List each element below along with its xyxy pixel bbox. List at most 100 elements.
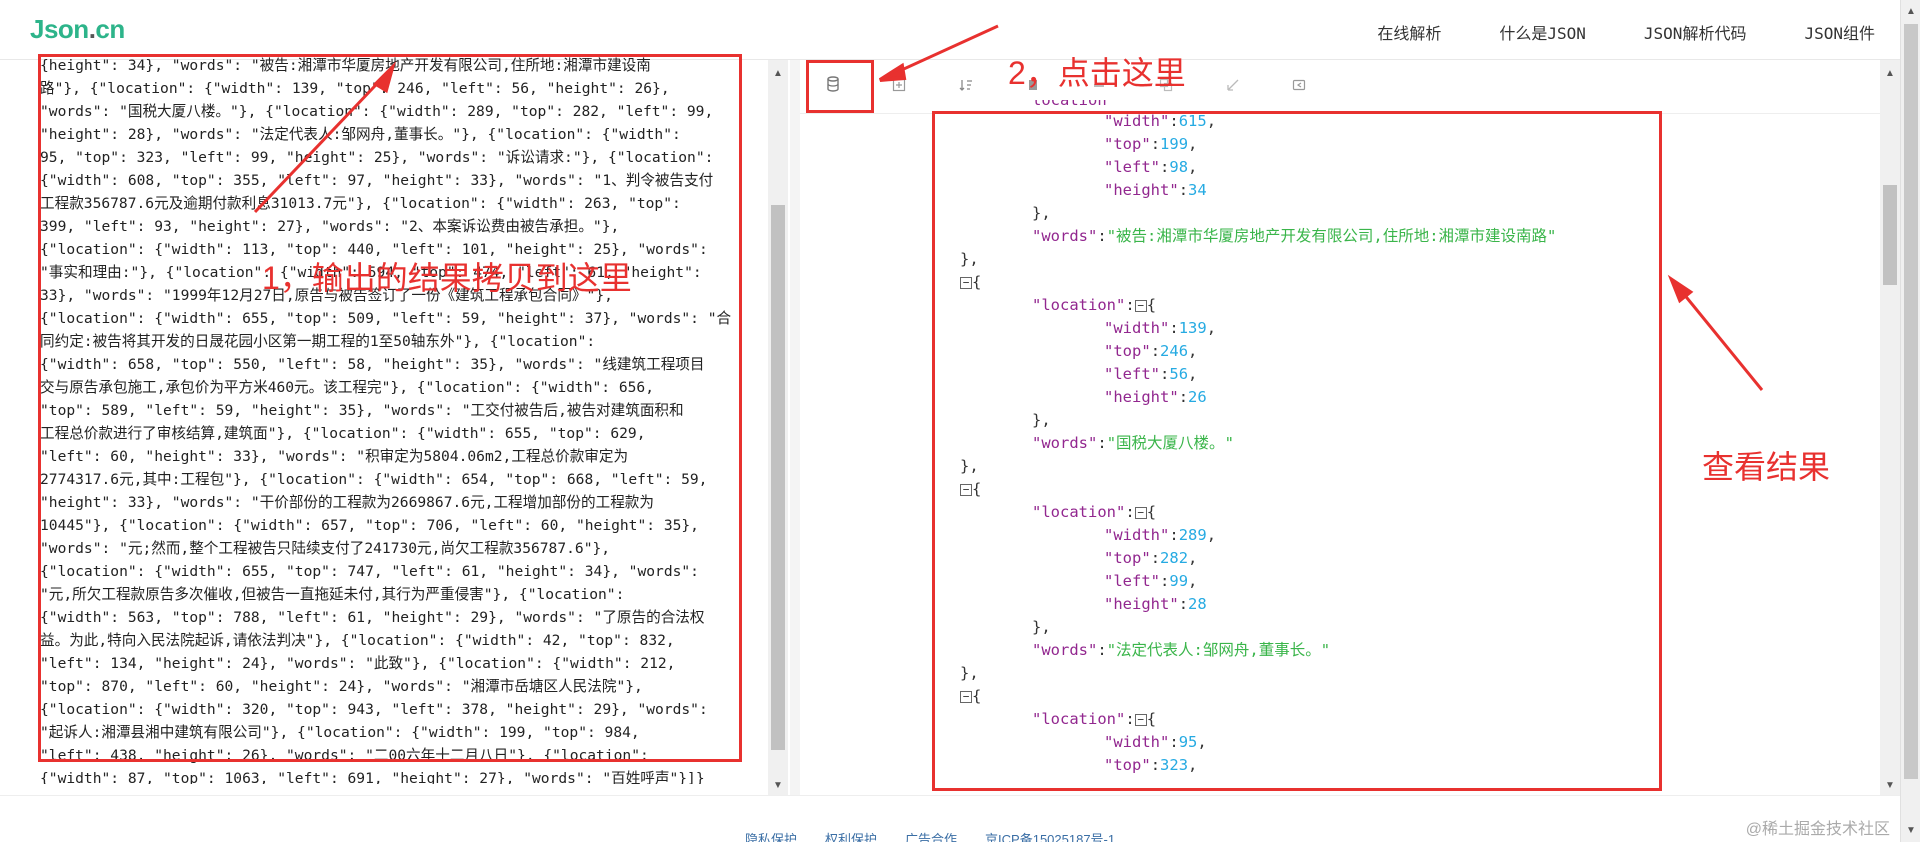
nav-item-json-components[interactable]: JSON组件 xyxy=(1804,20,1875,44)
json-token: : xyxy=(1125,710,1135,728)
json-line: }, xyxy=(960,248,1680,271)
json-number: 26 xyxy=(1188,388,1207,406)
input-line: "top": 870, "left": 60, "height": 24}, "… xyxy=(40,678,643,695)
share-icon[interactable] xyxy=(1288,76,1310,98)
input-line: {height": 34}, "words": "被告:湘潭市华厦房地产开发有限… xyxy=(40,57,651,74)
sort-icon[interactable] xyxy=(955,76,977,98)
footer-link-ads[interactable]: 广告合作 xyxy=(905,829,957,842)
footer-link-rights[interactable]: 权利保护 xyxy=(825,829,877,842)
json-line: "left":98, xyxy=(960,156,1680,179)
input-line: 95, "top": 323, "left": 99, "height": 25… xyxy=(40,149,714,166)
json-token: " xyxy=(1160,112,1170,130)
json-line: }, xyxy=(960,202,1680,225)
json-line: }, xyxy=(960,455,1680,478)
viewer-scroll-thumb[interactable] xyxy=(1883,185,1897,285)
json-token: " xyxy=(1106,434,1117,452)
compress-icon[interactable] xyxy=(888,76,910,98)
json-line: "words":"被告:湘潭市华厦房地产开发有限公司,住所地:湘潭市建设南路" xyxy=(960,225,1680,248)
scroll-down-arrow-icon[interactable]: ▼ xyxy=(773,780,783,791)
json-input-editor[interactable]: {height": 34}, "words": "被告:湘潭市华厦房地产开发有限… xyxy=(0,57,790,795)
json-string: 法定代表人:邹网舟,董事长。 xyxy=(1116,641,1321,659)
json-token: " xyxy=(1032,641,1042,659)
json-token: , xyxy=(1188,549,1198,567)
json-line: −{ xyxy=(960,685,1680,708)
input-line: 工程总价款进行了审核结算,建筑面"}, {"location": {"width… xyxy=(40,425,646,442)
json-token: , xyxy=(1188,342,1198,360)
json-token: , xyxy=(1197,733,1207,751)
json-line: "left":99, xyxy=(960,570,1680,593)
json-token: " xyxy=(1116,710,1126,728)
site-footer: 隐私保护 权利保护 广告合作 京ICP备15025187号-1 xyxy=(0,795,1900,842)
json-token: : xyxy=(1097,227,1107,245)
footer-link-icp[interactable]: 京ICP备15025187号-1 xyxy=(985,829,1115,842)
json-token: " xyxy=(1169,595,1179,613)
json-token: " xyxy=(1104,112,1114,130)
input-line: "words": "国税大厦八楼。"}, {"location": {"widt… xyxy=(40,103,714,120)
json-tree-view[interactable]: location "width":615, "top":199, "left":98,… xyxy=(960,100,1680,790)
json-token: " xyxy=(1224,434,1234,452)
json-token: " xyxy=(1032,503,1042,521)
json-key: location xyxy=(1032,100,1107,109)
json-key: width xyxy=(1113,526,1161,544)
json-token: " xyxy=(1141,549,1151,567)
json-token: , xyxy=(1188,756,1198,774)
site-logo[interactable]: Json.cn xyxy=(30,14,125,45)
scroll-down-arrow-icon[interactable]: ▼ xyxy=(1885,780,1895,791)
page-scrollbar[interactable]: ▲ ▼ xyxy=(1900,0,1920,842)
input-line: {"location": {"width": 655, "top": 509, … xyxy=(40,310,732,327)
input-scroll-thumb[interactable] xyxy=(771,205,785,750)
json-key: left xyxy=(1113,365,1151,383)
nav-item-online-parse[interactable]: 在线解析 xyxy=(1377,20,1441,44)
json-key: left xyxy=(1113,572,1151,590)
collapse-toggle-icon[interactable]: − xyxy=(960,691,972,703)
copy-icon[interactable] xyxy=(1022,76,1044,98)
page-scroll-down-icon[interactable]: ▼ xyxy=(1906,825,1916,836)
json-number: 199 xyxy=(1160,135,1189,153)
page-scroll-up-icon[interactable]: ▲ xyxy=(1906,6,1916,17)
pane-splitter[interactable] xyxy=(790,60,800,795)
json-token: }, xyxy=(1032,411,1051,429)
logo-main: Json xyxy=(30,14,89,44)
collapse-toggle-icon[interactable]: − xyxy=(1134,300,1147,312)
format-icon[interactable] xyxy=(822,76,844,98)
json-token: : xyxy=(1160,572,1170,590)
json-token: " xyxy=(1032,434,1042,452)
input-line: "height": 28}, "words": "法定代表人:邹网舟,董事长。"… xyxy=(40,126,681,143)
json-token: " xyxy=(1547,227,1557,245)
json-token: " xyxy=(1150,365,1161,383)
json-line: }, xyxy=(960,662,1680,685)
collapse-toggle-icon[interactable]: − xyxy=(1134,507,1147,519)
input-scrollbar[interactable]: ▲ ▼ xyxy=(768,60,788,795)
json-token: { xyxy=(1146,710,1157,728)
json-input-text[interactable]: {height": 34}, "words": "被告:湘潭市华厦房地产开发有限… xyxy=(40,54,752,784)
nav-item-what-is-json[interactable]: 什么是JSON xyxy=(1499,20,1586,44)
input-line: {"location": {"width": 113, "top": 440, … xyxy=(40,241,708,258)
json-line: −{ xyxy=(960,478,1680,501)
json-string: 被告:湘潭市华厦房地产开发有限公司,住所地:湘潭市建设南路 xyxy=(1116,227,1548,245)
collapse-toggle-icon[interactable]: − xyxy=(960,277,972,289)
input-line: "left": 438, "height": 26}, "words": "二0… xyxy=(40,747,649,764)
scroll-up-arrow-icon[interactable]: ▲ xyxy=(773,68,783,79)
scroll-up-arrow-icon[interactable]: ▲ xyxy=(1885,68,1895,79)
json-key: top xyxy=(1113,342,1142,360)
page-scroll-thumb[interactable] xyxy=(1904,24,1918,779)
expand-icon[interactable] xyxy=(1155,76,1177,98)
json-token: }, xyxy=(960,250,979,268)
json-token: { xyxy=(972,273,982,291)
viewer-scrollbar[interactable]: ▲ ▼ xyxy=(1880,60,1900,795)
input-line: {"width": 87, "top": 1063, "left": 691, … xyxy=(40,770,705,784)
json-key: width xyxy=(1113,319,1161,337)
json-number: 28 xyxy=(1188,595,1207,613)
nav-item-json-code[interactable]: JSON解析代码 xyxy=(1644,20,1747,44)
collapse-icon[interactable] xyxy=(1222,76,1244,98)
collapse-toggle-icon[interactable]: − xyxy=(1134,714,1147,726)
json-token: " xyxy=(1150,158,1161,176)
input-line: "left": 60, "height": 33}, "words": "积审定… xyxy=(40,448,629,465)
json-line: "top":246, xyxy=(960,340,1680,363)
json-token: " xyxy=(1104,135,1114,153)
footer-link-privacy[interactable]: 隐私保护 xyxy=(745,829,797,842)
collapse-toggle-icon[interactable]: − xyxy=(960,484,972,496)
clear-icon[interactable] xyxy=(1088,76,1110,98)
json-token: : xyxy=(1178,388,1189,406)
json-token: : xyxy=(1125,296,1135,314)
